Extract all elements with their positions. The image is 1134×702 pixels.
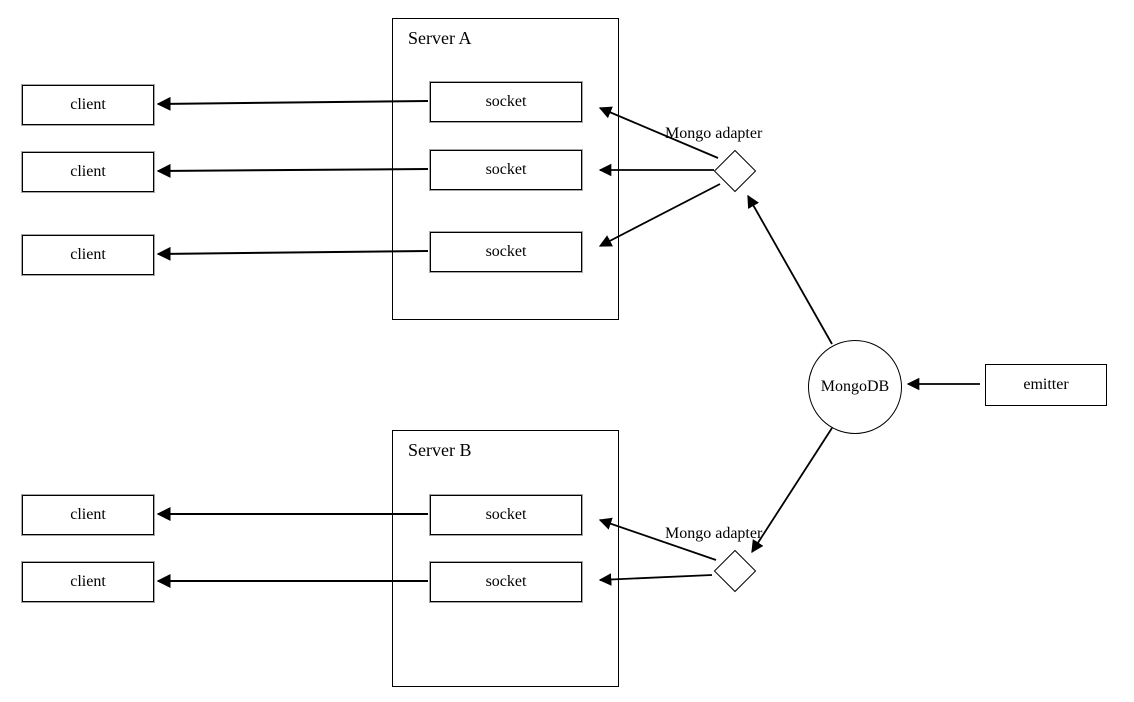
client-box-b1: client xyxy=(22,495,154,535)
socket-label: socket xyxy=(486,93,527,111)
socket-box-a1: socket xyxy=(430,82,582,122)
socket-box-b1: socket xyxy=(430,495,582,535)
emitter-box: emitter xyxy=(985,364,1107,406)
server-a-label: Server A xyxy=(408,28,471,49)
mongodb-node: MongoDB xyxy=(808,340,902,434)
adapter-a-diamond xyxy=(714,150,756,192)
client-label: client xyxy=(70,573,106,591)
mongodb-label: MongoDB xyxy=(821,378,889,396)
client-box-a3: client xyxy=(22,235,154,275)
client-label: client xyxy=(70,246,106,264)
socket-box-b2: socket xyxy=(430,562,582,602)
server-b-box xyxy=(392,430,619,687)
adapter-a-label: Mongo adapter xyxy=(665,125,762,143)
socket-label: socket xyxy=(486,506,527,524)
adapter-b-label: Mongo adapter xyxy=(665,525,762,543)
arrow-socket-a1-client-a1 xyxy=(158,101,428,104)
socket-label: socket xyxy=(486,573,527,591)
client-box-b2: client xyxy=(22,562,154,602)
arrow-socket-a3-client-a3 xyxy=(158,251,428,254)
arrow-socket-a2-client-a2 xyxy=(158,169,428,171)
socket-box-a3: socket xyxy=(430,232,582,272)
server-b-label: Server B xyxy=(408,440,471,461)
arrow-mongo-adapter-b xyxy=(752,428,832,552)
client-label: client xyxy=(70,506,106,524)
diagram-canvas: client client client Server A socket soc… xyxy=(0,0,1134,702)
adapter-b-diamond xyxy=(714,550,756,592)
client-box-a2: client xyxy=(22,152,154,192)
client-label: client xyxy=(70,96,106,114)
emitter-label: emitter xyxy=(1023,376,1068,394)
arrow-mongo-adapter-a xyxy=(748,196,832,344)
socket-label: socket xyxy=(486,243,527,261)
socket-label: socket xyxy=(486,161,527,179)
client-box-a1: client xyxy=(22,85,154,125)
socket-box-a2: socket xyxy=(430,150,582,190)
client-label: client xyxy=(70,163,106,181)
